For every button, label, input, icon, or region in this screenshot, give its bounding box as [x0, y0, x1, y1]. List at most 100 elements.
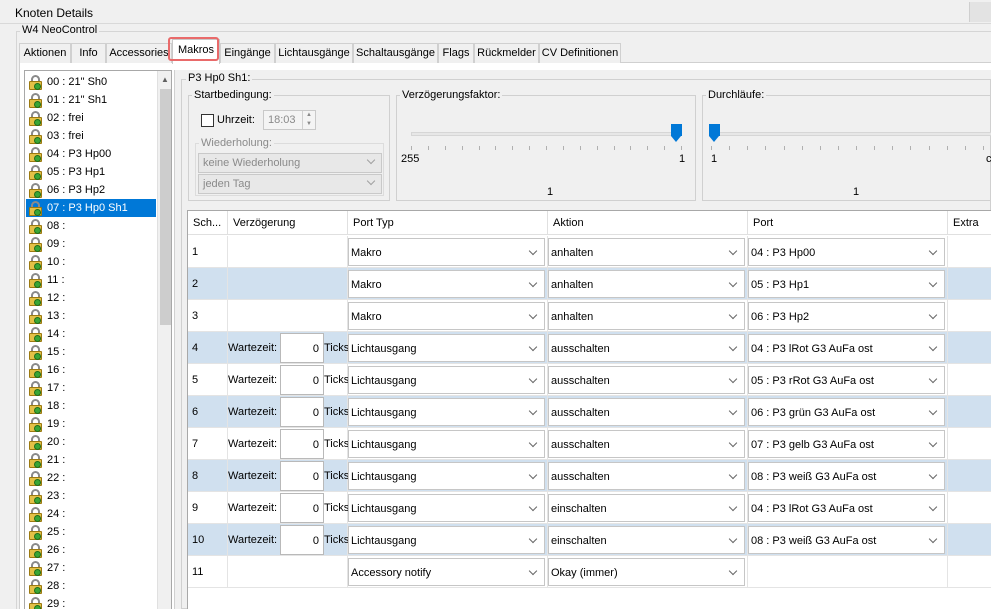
action-select[interactable]: Okay (immer) [548, 558, 745, 586]
port-type-select[interactable]: Lichtausgang [348, 398, 545, 426]
tab-eingänge[interactable]: Eingänge [220, 43, 275, 63]
slider-thumb[interactable] [671, 124, 682, 142]
list-item[interactable]: 11 : [26, 271, 156, 289]
port-type-select[interactable]: Makro [348, 270, 545, 298]
list-item[interactable]: 24 : [26, 505, 156, 523]
column-header[interactable]: Port [748, 211, 948, 235]
list-item[interactable]: 04 : P3 Hp00 [26, 145, 156, 163]
list-item[interactable]: 05 : P3 Hp1 [26, 163, 156, 181]
table-row[interactable]: 1 Makro anhalten 04 : P3 Hp00 [188, 236, 991, 268]
macro-list[interactable]: 29 : 28 : 27 : 26 : 25 : 24 : 23 : 22 : 21 : 20 :… [24, 70, 172, 609]
table-row[interactable]: 5 Wartezeit: 0 Ticks Lichtausgang ausschalten… [188, 364, 991, 396]
wait-input[interactable]: 0 [280, 429, 324, 459]
tab-rückmelder[interactable]: Rückmelder [474, 43, 539, 63]
table-row[interactable]: 11 Accessory notify Okay (immer) [188, 556, 991, 588]
list-item[interactable]: 01 : 21" Sh1 [26, 91, 156, 109]
tab-cv-definitionen[interactable]: CV Definitionen [539, 43, 621, 63]
port-type-select[interactable]: Accessory notify [348, 558, 545, 586]
time-checkbox[interactable] [201, 114, 214, 127]
repeat-select[interactable]: keine Wiederholung [198, 153, 382, 173]
tab-flags[interactable]: Flags [438, 43, 474, 63]
port-select[interactable]: 04 : P3 lRot G3 AuFa ost [748, 494, 945, 522]
list-item[interactable]: 21 : [26, 451, 156, 469]
tab-accessories[interactable]: Accessories [106, 43, 172, 63]
port-type-select[interactable]: Lichtausgang [348, 334, 545, 362]
list-item[interactable]: 10 : [26, 253, 156, 271]
port-select[interactable]: 07 : P3 gelb G3 AuFa ost [748, 430, 945, 458]
port-select[interactable]: 05 : P3 rRot G3 AuFa ost [748, 366, 945, 394]
wait-input[interactable]: 0 [280, 493, 324, 523]
list-item[interactable]: 08 : [26, 217, 156, 235]
port-select[interactable]: 06 : P3 grün G3 AuFa ost [748, 398, 945, 426]
table-row[interactable]: 8 Wartezeit: 0 Ticks Lichtausgang ausschalten… [188, 460, 991, 492]
list-item[interactable]: 00 : 21" Sh0 [26, 73, 156, 91]
port-select[interactable]: 04 : P3 Hp00 [748, 238, 945, 266]
port-select[interactable]: 06 : P3 Hp2 [748, 302, 945, 330]
list-item[interactable]: 29 : [26, 595, 156, 609]
action-select[interactable]: anhalten [548, 238, 745, 266]
tab-schaltausgänge[interactable]: Schaltausgänge [353, 43, 438, 63]
port-type-select[interactable]: Lichtausgang [348, 526, 545, 554]
list-item[interactable]: 19 : [26, 415, 156, 433]
column-header[interactable]: Verzögerung [228, 211, 348, 235]
scrollbar-thumb[interactable] [160, 89, 171, 325]
port-type-select[interactable]: Lichtausgang [348, 494, 545, 522]
list-item[interactable]: 03 : frei [26, 127, 156, 145]
action-select[interactable]: ausschalten [548, 398, 745, 426]
table-row[interactable]: 3 Makro anhalten 06 : P3 Hp2 [188, 300, 991, 332]
wait-input[interactable]: 0 [280, 365, 324, 395]
port-select[interactable]: 08 : P3 weiß G3 AuFa ost [748, 526, 945, 554]
list-item[interactable]: 07 : P3 Hp0 Sh1 [26, 199, 156, 217]
table-row[interactable]: 7 Wartezeit: 0 Ticks Lichtausgang ausschalten… [188, 428, 991, 460]
action-select[interactable]: anhalten [548, 270, 745, 298]
column-header[interactable]: Port Typ [348, 211, 548, 235]
action-select[interactable]: ausschalten [548, 462, 745, 490]
column-header[interactable]: Sch... [188, 211, 228, 235]
action-select[interactable]: ausschalten [548, 334, 745, 362]
list-item[interactable]: 22 : [26, 469, 156, 487]
port-type-select[interactable]: Lichtausgang [348, 430, 545, 458]
list-item[interactable]: 15 : [26, 343, 156, 361]
list-item[interactable]: 20 : [26, 433, 156, 451]
time-spinner[interactable]: 18:03 ▲ ▼ [263, 110, 316, 130]
spinner-buttons[interactable]: ▲ ▼ [302, 111, 315, 129]
table-row[interactable]: 4 Wartezeit: 0 Ticks Lichtausgang ausschalten… [188, 332, 991, 364]
wait-input[interactable]: 0 [280, 333, 324, 363]
list-item[interactable]: 27 : [26, 559, 156, 577]
wait-input[interactable]: 0 [280, 461, 324, 491]
window-controls[interactable] [969, 2, 991, 22]
action-select[interactable]: ausschalten [548, 430, 745, 458]
macro-list-scrollbar[interactable]: ▲ [157, 71, 171, 609]
list-item[interactable]: 18 : [26, 397, 156, 415]
day-select[interactable]: jeden Tag [198, 174, 382, 194]
macro-steps-table[interactable]: Sch... Verzögerung Port Typ Aktion Port Extra… [187, 210, 991, 609]
slider-thumb[interactable] [709, 124, 720, 142]
column-header[interactable]: Aktion [548, 211, 748, 235]
scroll-up-icon[interactable]: ▲ [161, 75, 169, 84]
table-row[interactable]: 9 Wartezeit: 0 Ticks Lichtausgang einschalten… [188, 492, 991, 524]
action-select[interactable]: einschalten [548, 526, 745, 554]
port-type-select[interactable]: Lichtausgang [348, 366, 545, 394]
list-item[interactable]: 14 : [26, 325, 156, 343]
port-select[interactable]: 05 : P3 Hp1 [748, 270, 945, 298]
port-select[interactable]: 04 : P3 lRot G3 AuFa ost [748, 334, 945, 362]
wait-input[interactable]: 0 [280, 525, 324, 555]
list-item[interactable]: 09 : [26, 235, 156, 253]
port-type-select[interactable]: Lichtausgang [348, 462, 545, 490]
tab-lichtausgänge[interactable]: Lichtausgänge [275, 43, 353, 63]
list-item[interactable]: 02 : frei [26, 109, 156, 127]
wait-input[interactable]: 0 [280, 397, 324, 427]
port-type-select[interactable]: Makro [348, 302, 545, 330]
list-item[interactable]: 23 : [26, 487, 156, 505]
table-row[interactable]: 10 Wartezeit: 0 Ticks Lichtausgang einschalte… [188, 524, 991, 556]
column-header[interactable]: Extra [948, 211, 991, 235]
list-item[interactable]: 26 : [26, 541, 156, 559]
delay-factor-slider[interactable] [408, 124, 688, 154]
tab-makros[interactable]: Makros [172, 39, 220, 64]
table-row[interactable]: 6 Wartezeit: 0 Ticks Lichtausgang ausschalten… [188, 396, 991, 428]
list-item[interactable]: 17 : [26, 379, 156, 397]
list-item[interactable]: 06 : P3 Hp2 [26, 181, 156, 199]
list-item[interactable]: 12 : [26, 289, 156, 307]
action-select[interactable]: anhalten [548, 302, 745, 330]
list-item[interactable]: 16 : [26, 361, 156, 379]
